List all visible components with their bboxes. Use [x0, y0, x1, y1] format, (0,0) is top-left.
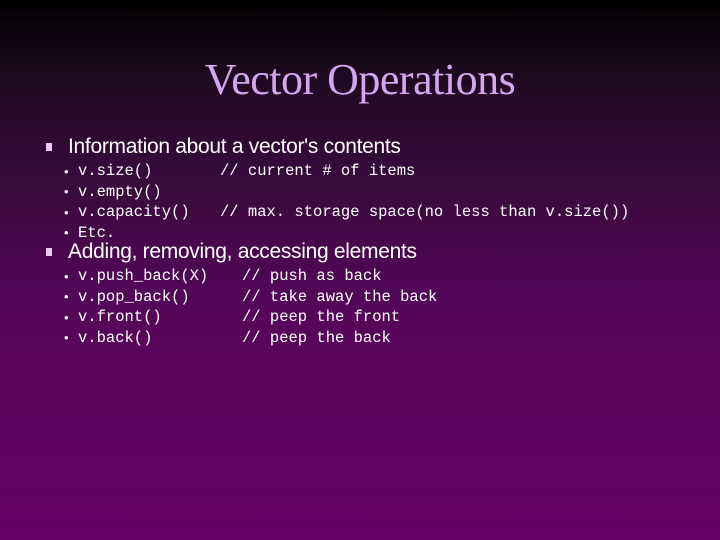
square-bullet-icon: [46, 248, 52, 256]
section-label: Information about a vector's contents: [68, 135, 401, 158]
list-item: • v.front() // peep the front: [64, 307, 437, 328]
bullet-icon: •: [64, 330, 69, 346]
code-text: v.capacity(): [78, 203, 190, 222]
comment-text: // peep the front: [242, 308, 401, 327]
list-item: • v.empty(): [64, 182, 629, 203]
section-element-access: Adding, removing, accessing elements • v…: [44, 238, 437, 348]
comment-text: // current # of items: [220, 162, 416, 181]
code-text: v.back(): [78, 328, 153, 347]
comment-text: // peep the back: [242, 328, 391, 347]
code-text: v.empty(): [78, 182, 162, 201]
comment-text: // push as back: [242, 267, 382, 286]
slide-title: Vector Operations: [204, 55, 516, 104]
code-text: v.size(): [78, 162, 153, 181]
item-list: • v.push_back(X) // push as back • v.pop…: [44, 266, 437, 348]
list-item: • v.size() // current # of items: [64, 161, 629, 182]
list-item: • v.capacity() // max. storage space(no …: [64, 202, 629, 223]
section-label: Adding, removing, accessing elements: [68, 240, 417, 263]
section-vector-info: Information about a vector's contents • …: [44, 133, 629, 243]
list-item: • v.push_back(X) // push as back: [64, 266, 437, 287]
code-text: v.front(): [78, 308, 162, 327]
list-item: • v.pop_back() // take away the back: [64, 287, 437, 308]
bullet-icon: •: [64, 204, 69, 220]
code-text: v.pop_back(): [78, 287, 190, 306]
square-bullet-icon: [46, 143, 52, 151]
bullet-icon: •: [64, 268, 69, 284]
section-heading: Adding, removing, accessing elements: [44, 238, 437, 266]
bullet-icon: •: [64, 184, 69, 200]
list-item: • v.back() // peep the back: [64, 328, 437, 349]
bullet-icon: •: [64, 309, 69, 325]
code-text: v.push_back(X): [78, 267, 209, 286]
bullet-icon: •: [64, 289, 69, 305]
bullet-icon: •: [64, 163, 69, 179]
section-heading: Information about a vector's contents: [44, 133, 629, 161]
item-list: • v.size() // current # of items • v.emp…: [44, 161, 629, 243]
comment-text: // take away the back: [242, 287, 438, 306]
comment-text: // max. storage space(no less than v.siz…: [220, 203, 630, 222]
